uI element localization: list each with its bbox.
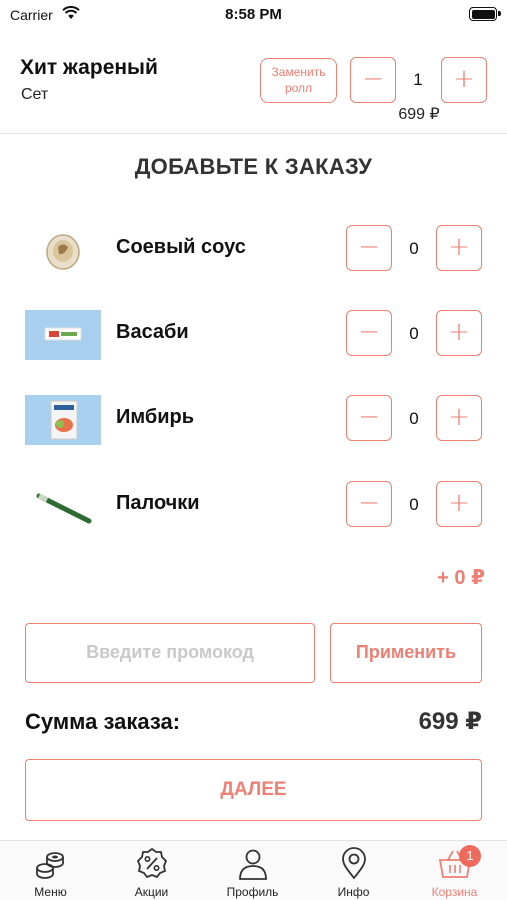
item-price: 699 ₽ bbox=[398, 106, 440, 123]
addon-row-wasabi: Васаби − 0 + bbox=[0, 304, 507, 364]
tab-label: Акции bbox=[134, 885, 169, 899]
increase-button[interactable]: + bbox=[436, 310, 482, 356]
quantity-value: 0 bbox=[409, 495, 419, 514]
increase-button[interactable]: + bbox=[441, 57, 487, 103]
next-button[interactable]: ДАЛЕЕ bbox=[25, 759, 482, 821]
decrease-button[interactable]: − bbox=[350, 57, 396, 103]
order-total-label: Сумма заказа: bbox=[25, 709, 181, 734]
item-subtitle: Сет bbox=[21, 86, 49, 103]
rolls-icon bbox=[36, 852, 64, 879]
location-icon bbox=[342, 847, 366, 880]
increase-button[interactable]: + bbox=[436, 395, 482, 441]
decrease-button[interactable]: − bbox=[346, 481, 392, 527]
tab-info[interactable]: Инфо bbox=[303, 841, 404, 900]
addon-label: Соевый соус bbox=[116, 236, 246, 258]
tab-label: Меню bbox=[34, 885, 67, 899]
status-bar: Carrier 8:58 PM bbox=[0, 0, 507, 30]
tab-bar: Меню Акции Профиль Инфо 1 Корзина bbox=[0, 840, 507, 900]
addon-label: Васаби bbox=[116, 321, 189, 343]
item-name: Хит жареный bbox=[20, 56, 158, 79]
chopsticks-image bbox=[36, 493, 92, 524]
tab-label: Инфо bbox=[337, 885, 370, 899]
clock: 8:58 PM bbox=[225, 6, 282, 23]
increase-button[interactable]: + bbox=[436, 481, 482, 527]
quantity-value: 0 bbox=[409, 239, 419, 258]
quantity-value: 0 bbox=[409, 324, 419, 343]
addon-row-chopsticks: Палочки − 0 + bbox=[0, 475, 507, 535]
battery-icon bbox=[469, 7, 501, 21]
addons-total: + 0 ₽ bbox=[437, 567, 485, 589]
wasabi-image bbox=[25, 310, 101, 360]
cart-badge: 1 bbox=[459, 845, 481, 867]
addon-row-ginger: Имбирь − 0 + bbox=[0, 389, 507, 449]
soy-sauce-image bbox=[46, 234, 80, 270]
promo-code-input[interactable]: Введите промокод bbox=[25, 623, 315, 683]
section-title: ДОБАВЬТЕ К ЗАКАЗУ bbox=[134, 154, 373, 179]
quantity-value: 0 bbox=[409, 409, 419, 428]
increase-button[interactable]: + bbox=[436, 225, 482, 271]
apply-promo-button[interactable]: Применить bbox=[330, 623, 482, 683]
tab-label: Профиль bbox=[226, 885, 279, 899]
decrease-button[interactable]: − bbox=[346, 310, 392, 356]
tab-promotions[interactable]: Акции bbox=[101, 841, 202, 900]
quantity-value: 1 bbox=[413, 70, 423, 89]
decrease-button[interactable]: − bbox=[346, 225, 392, 271]
order-total-value: 699 ₽ bbox=[418, 708, 482, 735]
replace-roll-button[interactable]: Заменить ролл bbox=[260, 58, 337, 103]
ginger-image bbox=[25, 395, 101, 445]
person-icon bbox=[239, 849, 267, 880]
percent-icon bbox=[136, 847, 168, 879]
decrease-button[interactable]: − bbox=[346, 395, 392, 441]
addon-row-soy-sauce: Соевый соус − 0 + bbox=[0, 219, 507, 279]
addon-label: Имбирь bbox=[116, 406, 195, 428]
tab-profile[interactable]: Профиль bbox=[202, 841, 303, 900]
tab-cart[interactable]: 1 Корзина bbox=[404, 841, 505, 900]
addon-label: Палочки bbox=[116, 492, 200, 514]
tab-label: Корзина bbox=[431, 885, 478, 899]
tab-menu[interactable]: Меню bbox=[0, 841, 101, 900]
cart-item: Хит жареный Сет Заменить ролл − 1 + 699 … bbox=[0, 50, 507, 134]
